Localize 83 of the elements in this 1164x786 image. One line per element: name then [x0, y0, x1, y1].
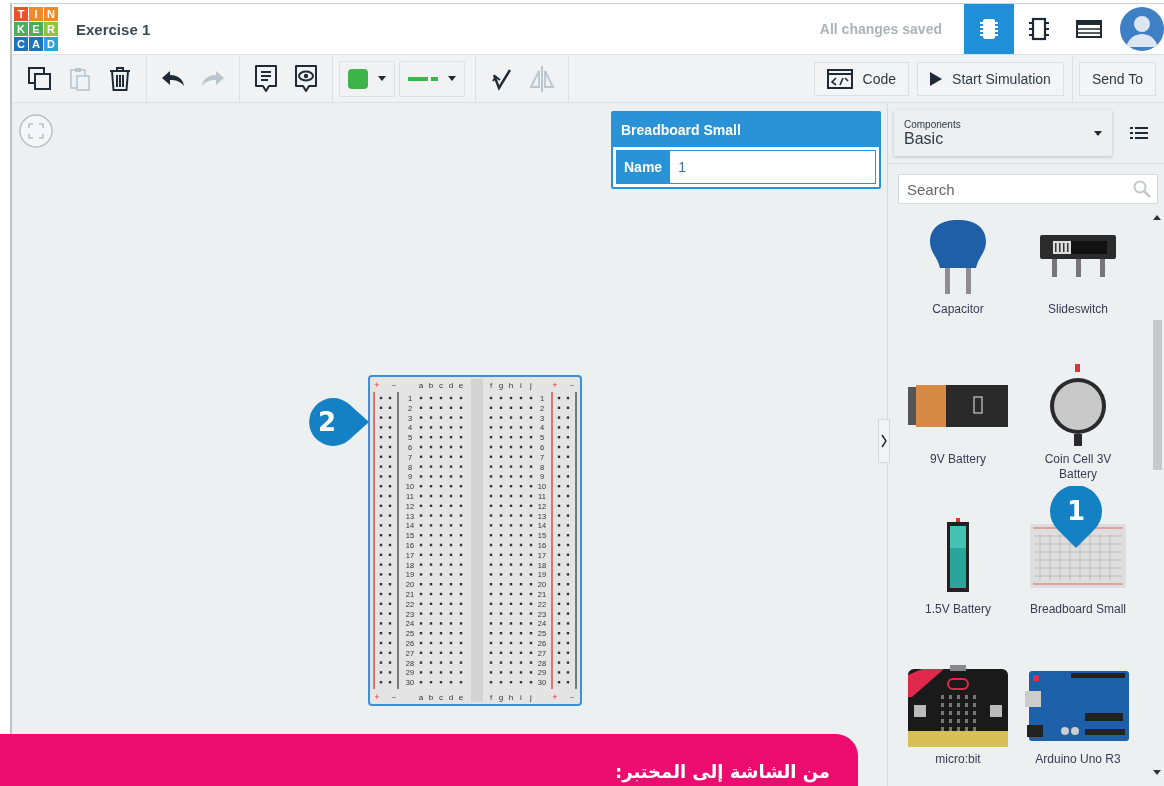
plus-label: +	[552, 692, 558, 702]
collapse-panel-button[interactable]	[878, 419, 890, 463]
callout-marker: 1	[1050, 486, 1102, 548]
column-letter: i	[520, 693, 522, 702]
caret-icon	[378, 76, 386, 81]
name-label: Name	[616, 150, 671, 184]
send-button[interactable]: Send To	[1078, 61, 1156, 96]
column-letter: c	[439, 381, 443, 390]
column-letter: j	[530, 693, 532, 702]
note-eye-icon	[293, 63, 319, 94]
logo-letter: A	[29, 37, 43, 51]
chip-outline-icon	[1029, 17, 1049, 41]
minus-label: −	[391, 693, 397, 702]
line-style-icon	[408, 76, 438, 81]
component-item[interactable]: 9V Battery	[898, 360, 1018, 496]
column-letter: j	[530, 381, 532, 390]
logo-letter: R	[44, 22, 58, 36]
column-letter: e	[458, 381, 464, 390]
search-field[interactable]: Search	[898, 174, 1158, 204]
undo-icon	[161, 69, 185, 88]
project-title: Exercise 1	[76, 20, 151, 38]
column-letter: d	[448, 693, 454, 702]
column-letter: c	[439, 693, 443, 702]
logo-letter: E	[29, 22, 43, 36]
column-letter: e	[458, 693, 464, 702]
inspector-title: Breadboard Small	[613, 113, 879, 147]
logo-letter: D	[44, 37, 58, 51]
components-dropdown[interactable]: Components Basic	[894, 110, 1112, 156]
color-dropdown[interactable]	[339, 60, 395, 97]
caret-icon	[1094, 130, 1102, 136]
clipboard-icon	[69, 65, 91, 92]
plus-label: +	[374, 692, 380, 702]
column-letter: b	[428, 693, 434, 702]
color-swatch-icon	[348, 68, 368, 89]
breadboard-drawing[interactable]	[368, 375, 582, 706]
table-icon	[1076, 20, 1102, 38]
column-letter: f	[489, 381, 493, 390]
logo-letter: N	[44, 7, 58, 21]
code-icon	[826, 68, 853, 89]
column-letter: b	[428, 381, 434, 390]
column-letter: g	[498, 693, 504, 702]
column-letter: f	[489, 693, 493, 702]
name-field[interactable]: 1	[670, 150, 876, 184]
copy-icon	[27, 65, 53, 92]
logo-letter: C	[14, 37, 28, 51]
redo-icon	[201, 69, 225, 88]
simulate-button[interactable]: Start Simulation	[917, 61, 1064, 96]
column-letter: g	[498, 381, 504, 390]
component-item[interactable]: 1.5V Battery	[898, 510, 1018, 646]
component-item[interactable]: Slideswitch	[1018, 210, 1138, 346]
caret-icon	[448, 76, 456, 81]
component-item[interactable]: Capacitor	[898, 210, 1018, 346]
logo-letter: I	[29, 7, 43, 21]
scroll-down-icon[interactable]	[1152, 770, 1162, 776]
column-letter: h	[508, 693, 514, 702]
code-button[interactable]: Code	[813, 61, 910, 96]
minus-label: −	[569, 381, 575, 390]
component-item[interactable]: Arduino Uno R3	[1018, 660, 1138, 786]
column-letter: h	[508, 381, 514, 390]
component-item[interactable]: micro:bit	[898, 660, 1018, 786]
minus-label: −	[391, 381, 397, 390]
column-letter: a	[418, 381, 424, 390]
chip-icon	[980, 17, 998, 41]
list-view-icon[interactable]	[1130, 126, 1148, 140]
column-letter: a	[418, 693, 424, 702]
trash-icon	[109, 65, 131, 92]
scrollbar-thumb[interactable]	[1153, 320, 1162, 470]
chevron-icon	[881, 434, 887, 448]
logo-letter: K	[14, 22, 28, 36]
scroll-up-icon[interactable]	[1152, 214, 1162, 220]
logo-letter: T	[14, 7, 28, 21]
search-icon	[1133, 180, 1151, 198]
note-icon	[253, 63, 279, 94]
minus-label: −	[569, 693, 575, 702]
play-icon	[930, 71, 943, 86]
banner-title: من الشاشة إلى المختبر:	[615, 761, 830, 782]
avatar-icon[interactable]	[1120, 7, 1164, 51]
column-letter: d	[448, 381, 454, 390]
mirror-icon	[529, 64, 555, 93]
plus-label: +	[374, 380, 380, 390]
column-letter: i	[520, 381, 522, 390]
save-status: All changes saved	[819, 21, 942, 37]
plus-label: +	[552, 380, 558, 390]
